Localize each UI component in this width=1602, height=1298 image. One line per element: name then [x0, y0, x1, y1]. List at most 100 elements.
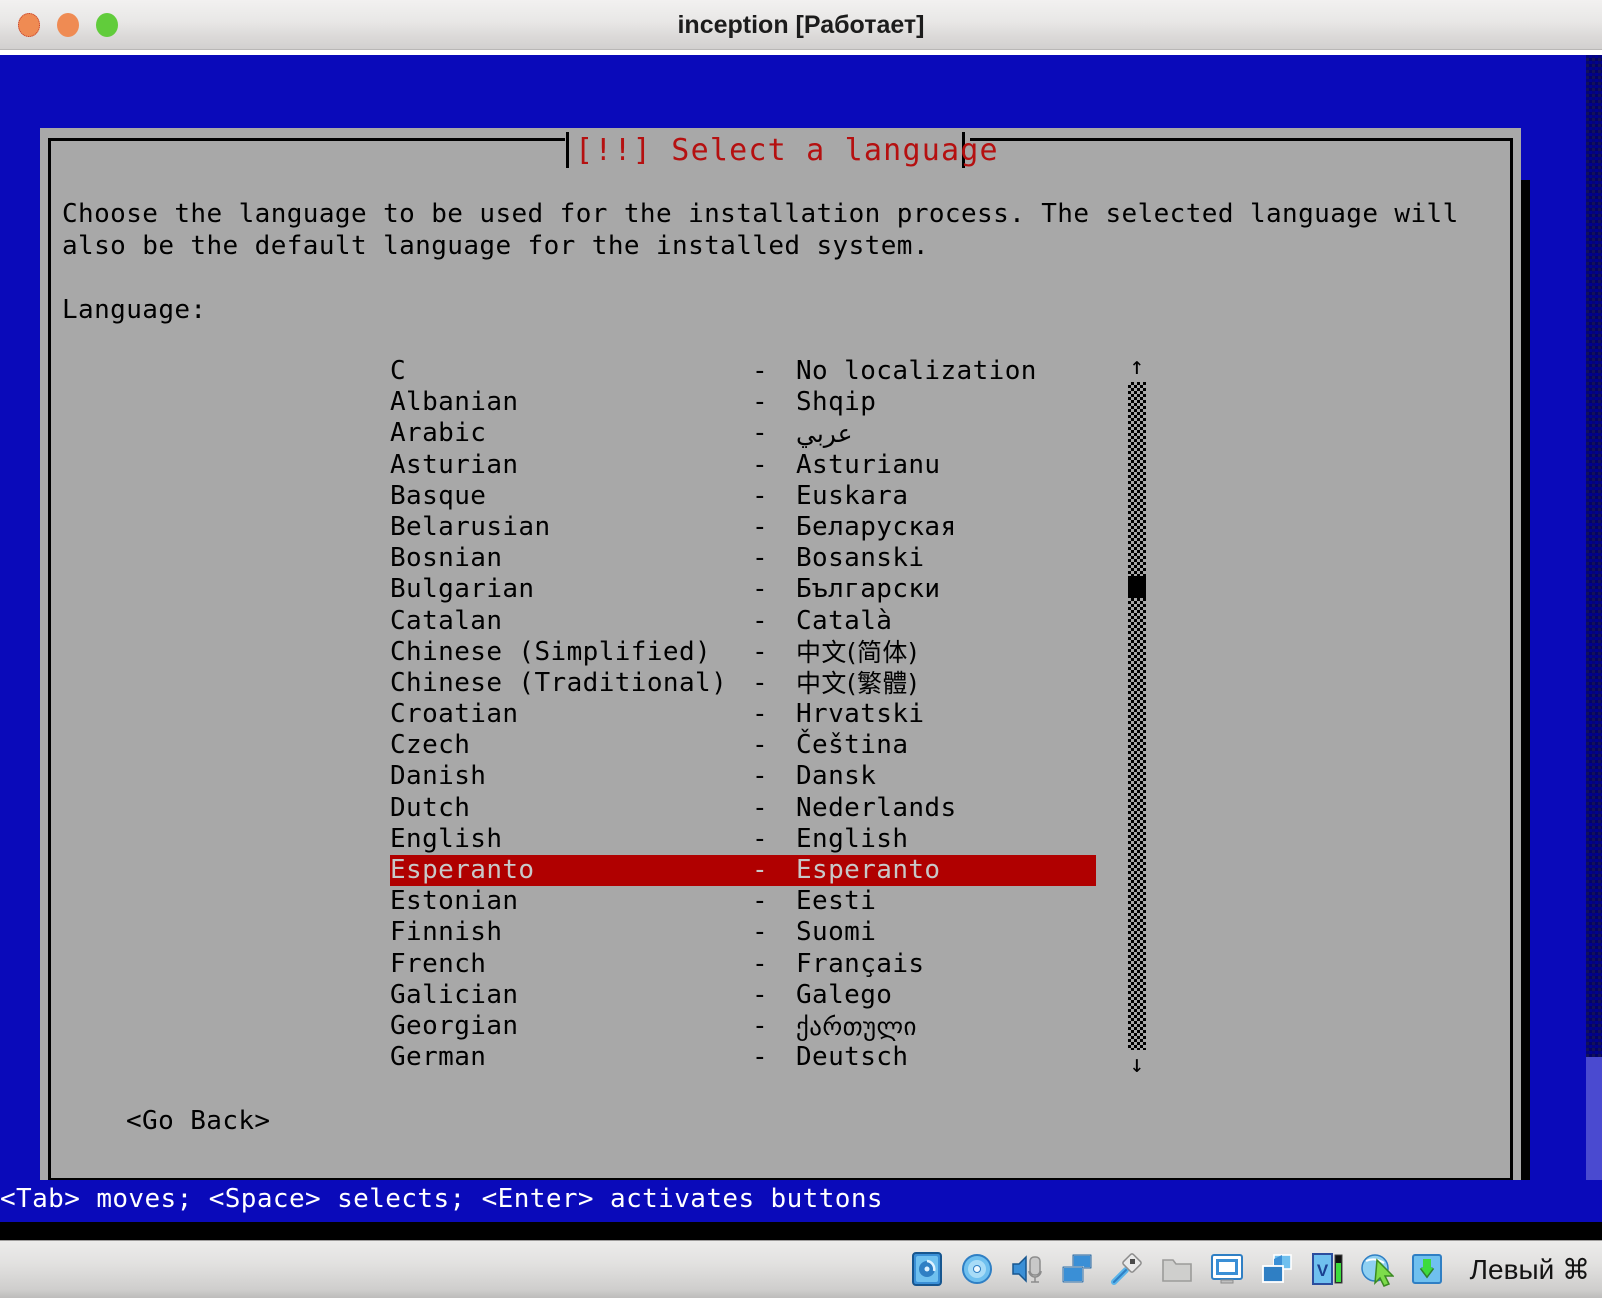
language-name: Estonian [390, 886, 519, 917]
language-list-item[interactable]: Czech - Čeština [390, 730, 1096, 761]
language-list-item[interactable]: Chinese (Traditional) - 中文(繁體) [390, 668, 1096, 699]
language-name: German [390, 1042, 487, 1073]
shared-folder-icon[interactable] [1160, 1251, 1194, 1287]
language-name: Esperanto [390, 855, 535, 885]
language-separator: - [752, 387, 769, 418]
language-separator: - [752, 855, 769, 885]
language-name: C [390, 356, 407, 386]
language-name: Finnish [390, 917, 503, 948]
language-list-item[interactable]: Asturian - Asturianu [390, 450, 1096, 481]
language-separator: - [752, 761, 769, 792]
language-separator: - [752, 1010, 769, 1041]
language-native-name: عربي [796, 419, 853, 449]
language-list-item[interactable]: Arabic - عربي [390, 418, 1096, 449]
video-capture-icon[interactable] [1260, 1251, 1294, 1287]
language-separator: - [752, 449, 769, 480]
language-list-item[interactable]: Catalan - Català [390, 606, 1096, 637]
usb-icon[interactable] [1110, 1251, 1144, 1287]
language-list-item[interactable]: Esperanto - Esperanto [390, 855, 1096, 887]
language-native-name: Eesti [796, 886, 877, 917]
description-line-2: also be the default language for the ins… [62, 231, 929, 261]
language-native-name: Català [796, 605, 893, 636]
dialog-description: Choose the language to be used for the i… [62, 198, 1462, 262]
language-native-name: Български [796, 574, 941, 605]
language-name: Bosnian [390, 543, 503, 574]
language-separator: - [752, 792, 769, 823]
language-native-name: Euskara [796, 480, 909, 511]
language-name: Basque [390, 480, 487, 511]
language-name: Czech [390, 730, 471, 761]
language-separator: - [752, 979, 769, 1010]
description-line-1: Choose the language to be used for the i… [62, 199, 1459, 229]
language-separator: - [752, 823, 769, 854]
language-list-item[interactable]: Basque - Euskara [390, 481, 1096, 512]
language-name: Georgian [390, 1010, 519, 1041]
language-name: Danish [390, 761, 487, 792]
hard-disk-icon[interactable] [910, 1251, 944, 1287]
language-native-name: Français [796, 948, 925, 979]
language-name: Albanian [390, 387, 519, 418]
optical-disc-icon[interactable] [960, 1251, 994, 1287]
language-list-item[interactable]: Georgian - ქართული [390, 1011, 1096, 1042]
language-list-item[interactable]: Albanian - Shqip [390, 387, 1096, 418]
vm-features-icon[interactable]: V [1310, 1251, 1344, 1287]
language-separator: - [752, 948, 769, 979]
language-list-item[interactable]: English - English [390, 824, 1096, 855]
language-list-item[interactable]: Chinese (Simplified) - 中文(简体) [390, 637, 1096, 668]
language-native-name: Shqip [796, 387, 877, 418]
language-list-item[interactable]: Belarusian - Беларуская [390, 512, 1096, 543]
language-list-item[interactable]: Galician - Galego [390, 980, 1096, 1011]
mouse-integration-icon[interactable] [1360, 1251, 1394, 1287]
language-list-item[interactable]: C - No localization [390, 356, 1096, 387]
language-list-item[interactable]: Finnish - Suomi [390, 917, 1096, 948]
language-name: Galician [390, 979, 519, 1010]
scrollbar-track[interactable] [1128, 382, 1146, 1050]
language-name: Chinese (Simplified) [390, 636, 712, 667]
language-separator: - [752, 418, 769, 449]
language-name: Catalan [390, 605, 503, 636]
language-native-name: 中文(繁體) [796, 668, 918, 698]
language-native-name: Bosanski [796, 543, 925, 574]
language-list-item[interactable]: German - Deutsch [390, 1042, 1096, 1073]
language-list[interactable]: C - No localization Albanian - Shqip Arabic - عر… [390, 356, 1096, 1073]
language-native-name: Беларуская [796, 511, 957, 542]
language-separator: - [752, 480, 769, 511]
language-separator: - [752, 886, 769, 917]
network-icon[interactable] [1060, 1251, 1094, 1287]
language-name: Dutch [390, 792, 471, 823]
language-native-name: English [796, 823, 909, 854]
language-separator: - [752, 917, 769, 948]
language-list-item[interactable]: French - Français [390, 949, 1096, 980]
language-list-item[interactable]: Bulgarian - Български [390, 574, 1096, 605]
scroll-down-arrow-icon[interactable]: ↓ [1128, 1052, 1146, 1076]
language-label: Language: [62, 295, 207, 325]
svg-text:V: V [1316, 1261, 1328, 1280]
statusbar-icon-tray: V Левый ⌘ [910, 1246, 1590, 1292]
language-list-item[interactable]: Bosnian - Bosanski [390, 543, 1096, 574]
language-native-name: Čeština [796, 730, 909, 761]
language-list-item[interactable]: Croatian - Hrvatski [390, 699, 1096, 730]
language-native-name: No localization [796, 356, 1037, 386]
language-separator: - [752, 511, 769, 542]
display-icon[interactable] [1210, 1251, 1244, 1287]
language-name: Asturian [390, 449, 519, 480]
language-list-scrollbar[interactable]: ↑ ↓ [1128, 354, 1146, 1076]
language-separator: - [752, 574, 769, 605]
language-native-name: 中文(简体) [796, 637, 918, 667]
scrollbar-thumb[interactable] [1128, 576, 1146, 598]
go-back-button[interactable]: <Go Back> [126, 1106, 270, 1136]
language-native-name: Galego [796, 979, 893, 1010]
language-separator: - [752, 356, 769, 386]
language-list-item[interactable]: Danish - Dansk [390, 761, 1096, 792]
audio-icon[interactable] [1010, 1251, 1044, 1287]
host-key-icon[interactable] [1410, 1251, 1444, 1287]
window-titlebar: inception [Работает] [0, 0, 1602, 50]
scroll-up-arrow-icon[interactable]: ↑ [1128, 354, 1146, 378]
screen-edge-dither [1586, 55, 1602, 1057]
language-native-name: Deutsch [796, 1042, 909, 1073]
dialog-title: [!!] Select a language [575, 133, 999, 168]
language-native-name: Nederlands [796, 792, 957, 823]
language-list-item[interactable]: Dutch - Nederlands [390, 793, 1096, 824]
language-list-item[interactable]: Estonian - Eesti [390, 886, 1096, 917]
host-key-label: Левый ⌘ [1469, 1253, 1590, 1285]
